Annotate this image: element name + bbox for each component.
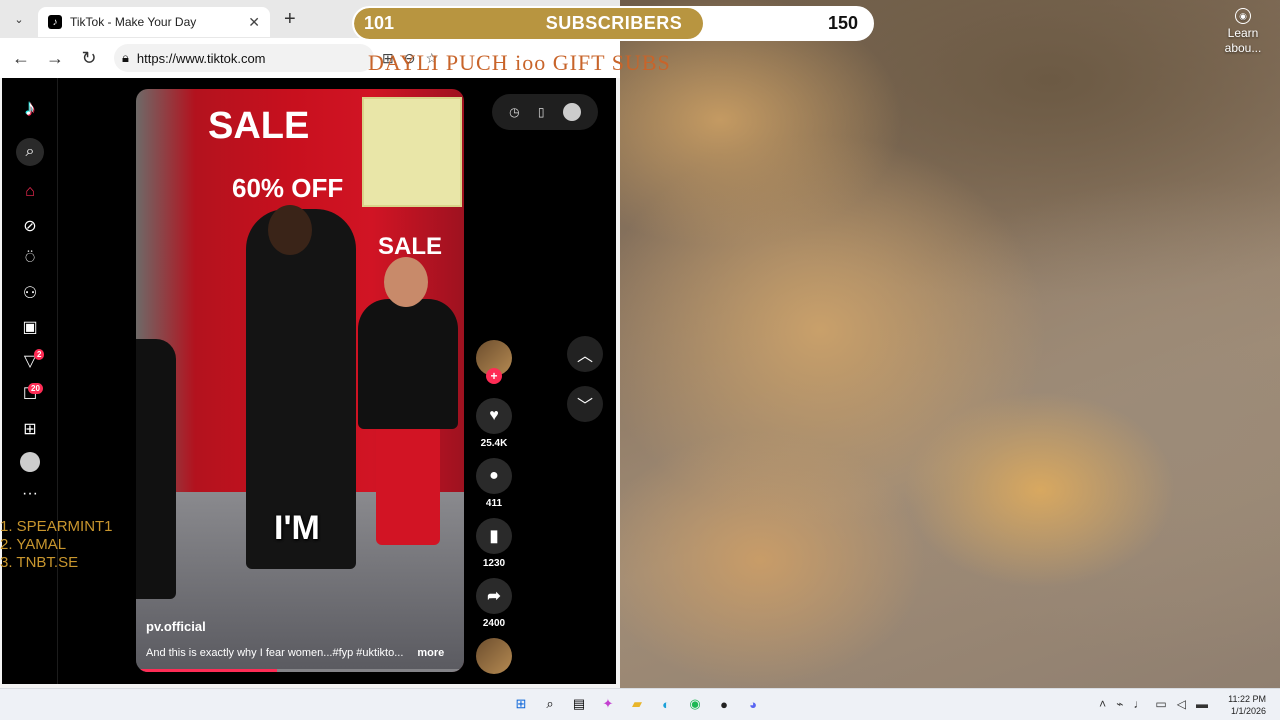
subscriber-goal: 150 (827, 13, 858, 33)
leaderboard-entry: 1. SPEARMINT1 (0, 518, 113, 535)
lock-icon: 🔒︎ (122, 50, 129, 65)
microphone-icon[interactable]: ♩ (1133, 697, 1145, 711)
gift-subs-banner: DAYLI PUCH ioo GIFT SUBS (368, 50, 671, 75)
video-progress-bar[interactable] (136, 669, 464, 672)
music-disc-action[interactable] (476, 638, 512, 674)
bookmark-icon[interactable]: ▮ (476, 518, 512, 554)
comment-action[interactable]: ● 411 (476, 458, 512, 509)
person-center-head (268, 205, 312, 255)
new-tab-button[interactable]: + (284, 8, 296, 31)
subscriber-goal-label: SUBSCRIBERS (545, 13, 683, 33)
leaderboard-entry: 2. YAMAL (0, 536, 67, 553)
leaderboard: 1. SPEARMINT1 2. YAMAL 3. TNBT.SE (0, 518, 113, 572)
following-icon[interactable]: ⍥ (16, 245, 44, 273)
music-disc-icon[interactable] (476, 638, 512, 674)
clock[interactable]: 11:22 PM 1/1/2026 (1228, 693, 1266, 717)
taskbar: ⊞ ⌕ ▤ ✦ ▰ ◐ ◉ ● ◕ ˄ ⌁ ♩ ▭ ◁ ▬ 11:22 PM 1… (0, 688, 1280, 720)
player-controls-pill: ◷ ▯ (492, 94, 598, 130)
home-icon[interactable]: ⌂ (16, 178, 44, 206)
heart-icon[interactable]: ♥ (476, 398, 512, 434)
more-link[interactable]: more (417, 647, 444, 659)
system-tray: ˄ ⌁ ♩ ▭ ◁ ▬ (1099, 697, 1208, 711)
tiktok-page: ♪ ⌕ ⌂ ⊘ ⍥ ⚇ ▣ ▽ 2 ☐ 20 ⊞ ··· SALE 60% OF… (2, 78, 616, 684)
subscriber-goal-bar: SUBSCRIBERS 101 150 (352, 6, 874, 41)
learn-about-label: Learn abou... (1224, 26, 1262, 55)
file-explorer-icon[interactable]: ▰ (626, 693, 648, 715)
volume-icon[interactable]: ◁ (1177, 697, 1186, 711)
creator-avatar-action[interactable]: + (476, 340, 512, 384)
messages-badge: 20 (28, 383, 43, 394)
share-count: 2400 (482, 618, 506, 629)
save-action[interactable]: ▮ 1230 (476, 518, 512, 569)
next-video-chevron-down-icon[interactable]: ﹀ (567, 386, 603, 422)
video-player[interactable]: SALE 60% OFF SALE I'M pv.official And th… (136, 89, 464, 672)
sale-sign-right: SALE (378, 233, 443, 260)
like-action[interactable]: ♥ 25.4K (476, 398, 512, 449)
refresh-icon[interactable]: ↻ (74, 43, 104, 73)
obs-icon[interactable]: ● (713, 693, 735, 715)
tab-title: TikTok - Make Your Day (70, 15, 197, 29)
discount-sign: 60% OFF (232, 173, 344, 203)
edge-browser-icon[interactable]: ◐ (655, 693, 677, 715)
tray-chevron-up-icon[interactable]: ˄ (1099, 697, 1106, 711)
like-count: 25.4K (480, 438, 508, 449)
url-field[interactable]: 🔒︎ https://www.tiktok.com (114, 44, 374, 72)
more-dots-icon[interactable]: ··· (16, 480, 44, 508)
comment-count: 411 (485, 498, 503, 509)
camera-icon: ◉ (1235, 8, 1251, 24)
sale-sign: SALE (208, 105, 310, 147)
search-icon[interactable]: ⌕ (539, 693, 561, 715)
task-view-icon[interactable]: ▤ (568, 693, 590, 715)
comment-icon[interactable]: ● (476, 458, 512, 494)
video-description-row: And this is exactly why I fear women...#… (146, 647, 444, 659)
tab-close-icon[interactable]: ✕ (248, 14, 260, 31)
forward-arrow-icon[interactable]: → (40, 43, 70, 73)
video-username[interactable]: pv.official (146, 619, 206, 634)
discord-icon[interactable]: ◕ (742, 693, 764, 715)
share-arrow-icon[interactable]: ➦ (476, 578, 512, 614)
tiktok-favicon-icon: ♪ (48, 15, 62, 29)
person-right-legs (376, 425, 440, 545)
search-icon[interactable]: ⌕ (16, 138, 44, 166)
subscriber-current: 101 (364, 13, 395, 33)
friends-icon[interactable]: ⚇ (16, 279, 44, 307)
display-icon[interactable]: ▭ (1155, 697, 1166, 711)
previous-video-chevron-up-icon[interactable]: ︿ (567, 336, 603, 372)
battery-icon[interactable]: ▬ (1196, 697, 1208, 711)
leaderboard-entry: 3. TNBT.SE (0, 554, 79, 571)
person-right (358, 299, 458, 429)
video-overlay-caption: I'M (274, 509, 320, 547)
browser-window: ⌄ ♪ TikTok - Make Your Day ✕ + ← → ↻ 🔒︎ … (0, 0, 620, 688)
learn-about-button[interactable]: ◉ Learn abou... (1218, 8, 1268, 56)
network-icon[interactable]: ⌁ (1116, 697, 1123, 711)
autoscroll-icon[interactable]: ◷ (509, 105, 519, 119)
jewelry-poster (362, 97, 462, 207)
explore-compass-icon[interactable]: ⊘ (16, 212, 44, 240)
clock-time: 11:22 PM (1228, 694, 1266, 704)
follow-plus-icon[interactable]: + (486, 368, 502, 384)
back-arrow-icon[interactable]: ← (6, 43, 36, 73)
tiktok-sidebar: ♪ ⌕ ⌂ ⊘ ⍥ ⚇ ▣ ▽ 2 ☐ 20 ⊞ ··· (2, 78, 58, 684)
save-count: 1230 (482, 558, 506, 569)
copilot-icon[interactable]: ✦ (597, 693, 619, 715)
live-tv-icon[interactable]: ▣ (16, 313, 44, 341)
user-avatar[interactable] (562, 103, 581, 121)
tiktok-logo-icon[interactable]: ♪ (16, 94, 44, 122)
tab-menu-chevron-icon[interactable]: ⌄ (8, 8, 30, 30)
url-text: https://www.tiktok.com (136, 50, 266, 66)
person-right-head (384, 257, 428, 307)
profile-avatar[interactable] (16, 448, 44, 476)
video-description: And this is exactly why I fear women...#… (146, 647, 404, 659)
clock-date: 1/1/2026 (1230, 706, 1266, 716)
upload-plus-icon[interactable]: ⊞ (16, 415, 44, 443)
share-action[interactable]: ➦ 2400 (476, 578, 512, 629)
spotify-icon[interactable]: ◉ (684, 693, 706, 715)
windows-start-icon[interactable]: ⊞ (510, 693, 532, 715)
tab-tiktok[interactable]: ♪ TikTok - Make Your Day ✕ (38, 7, 270, 37)
device-icon[interactable]: ▯ (538, 105, 545, 119)
video-progress-fill (136, 669, 278, 672)
person-left (136, 339, 176, 599)
